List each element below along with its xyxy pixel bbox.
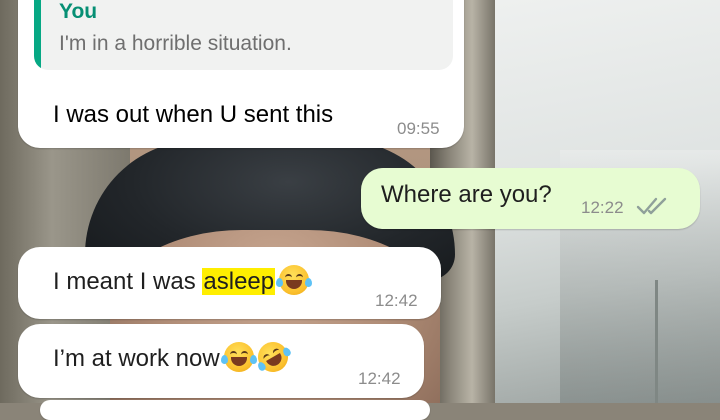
rolling-on-the-floor-laughing-icon bbox=[252, 336, 294, 378]
face-with-tears-of-joy-icon bbox=[220, 342, 257, 372]
message-time: 12:22 bbox=[581, 198, 624, 217]
message-time: 12:42 bbox=[375, 291, 418, 310]
message-time: 09:55 bbox=[397, 119, 440, 138]
face-with-tears-of-joy-icon bbox=[276, 265, 313, 295]
message-text: I was out when U sent this bbox=[53, 101, 334, 128]
message-text: Where are you? bbox=[381, 181, 552, 208]
incoming-message-partial[interactable] bbox=[40, 400, 430, 420]
double-check-read-icon bbox=[636, 197, 667, 215]
message-text-part: I’m at work now bbox=[53, 345, 220, 372]
message-text-part: I meant I was bbox=[53, 268, 203, 295]
incoming-message[interactable]: I meant I was asleep 12:42 bbox=[18, 247, 441, 319]
quote-accent-bar bbox=[34, 0, 41, 70]
message-time: 12:42 bbox=[358, 369, 401, 388]
quote-author: You bbox=[59, 0, 98, 23]
quote-text: I'm in a horrible situation. bbox=[59, 32, 292, 55]
message-text: I meant I was asleep bbox=[53, 265, 313, 297]
incoming-message[interactable]: I’m at work now 12:42 bbox=[18, 324, 424, 398]
search-highlight: asleep bbox=[202, 268, 276, 295]
quoted-message[interactable]: You I'm in a horrible situation. bbox=[34, 0, 453, 70]
message-text: I’m at work now bbox=[53, 336, 294, 378]
